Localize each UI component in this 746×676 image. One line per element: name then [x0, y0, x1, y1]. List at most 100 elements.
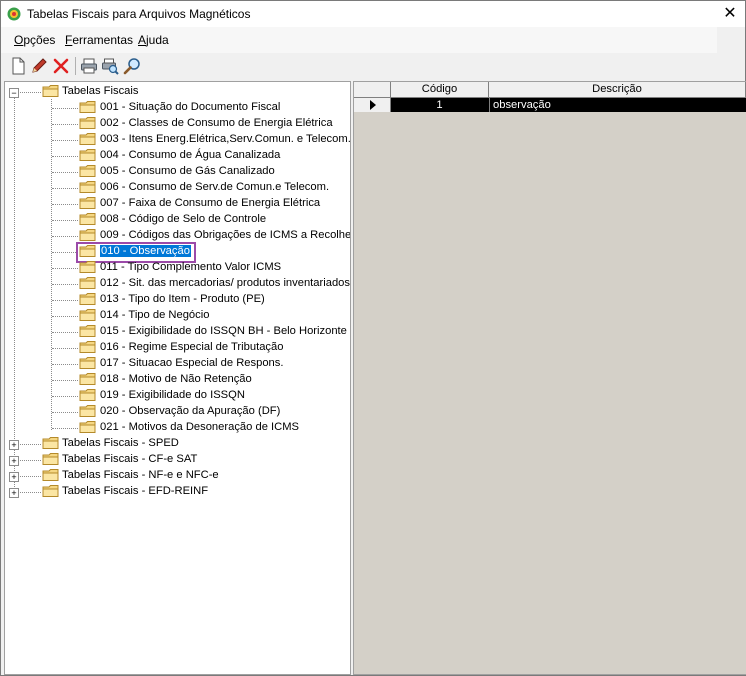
folder-icon [79, 213, 96, 225]
print-icon[interactable] [80, 57, 98, 75]
tree-node-label[interactable]: 009 - Códigos das Obrigações de ICMS a R… [100, 229, 350, 241]
expand-toggle-icon[interactable]: + [9, 488, 19, 498]
tree-node-label[interactable]: 008 - Código de Selo de Controle [100, 213, 266, 225]
table-row[interactable]: 1 observação [391, 98, 746, 112]
tree-node-label[interactable]: 014 - Tipo de Negócio [100, 309, 209, 321]
expand-toggle-icon[interactable]: + [9, 456, 19, 466]
search-magnifier-icon[interactable] [123, 57, 141, 75]
folder-icon [79, 373, 96, 385]
folder-icon [79, 389, 96, 401]
current-row-arrow-icon [370, 100, 376, 110]
tree-node-label[interactable]: 017 - Situacao Especial de Respons. [100, 357, 283, 369]
tree-node-label[interactable]: Tabelas Fiscais - EFD-REINF [62, 485, 208, 497]
tree-node-label[interactable]: 005 - Consumo de Gás Canalizado [100, 165, 275, 177]
tree-node-child[interactable]: 011 - Tipo Complemento Valor ICMS [5, 260, 350, 276]
tree-node-label[interactable]: 007 - Faixa de Consumo de Energia Elétri… [100, 197, 320, 209]
tree-node-label[interactable]: 015 - Exigibilidade do ISSQN BH - Belo H… [100, 325, 347, 337]
tree-node-label[interactable]: 013 - Tipo do Item - Produto (PE) [100, 293, 265, 305]
menu-bar: Opções Ferramentas Ajuda [1, 27, 717, 53]
grid-header: Código Descrição [354, 82, 746, 98]
tree-node-root[interactable]: + Tabelas Fiscais - SPED [5, 436, 350, 452]
tree-node-child[interactable]: 005 - Consumo de Gás Canalizado [5, 164, 350, 180]
column-header-descricao[interactable]: Descrição [489, 82, 746, 97]
tree-node-label[interactable]: Tabelas Fiscais - SPED [62, 437, 179, 449]
tree-node-child[interactable]: 008 - Código de Selo de Controle [5, 212, 350, 228]
menu-ajuda[interactable]: Ajuda [138, 33, 169, 47]
tree-node-child[interactable]: 004 - Consumo de Água Canalizada [5, 148, 350, 164]
tree-node-child[interactable]: 016 - Regime Especial de Tributação [5, 340, 350, 356]
tree-node-child[interactable]: 018 - Motivo de Não Retenção [5, 372, 350, 388]
tree-node-label[interactable]: 006 - Consumo de Serv.de Comun.e Telecom… [100, 181, 329, 193]
tree-node-label[interactable]: 018 - Motivo de Não Retenção [100, 373, 252, 385]
folder-icon [42, 485, 59, 497]
menu-ajuda-label: juda [146, 33, 169, 47]
menu-ferramentas[interactable]: Ferramentas [65, 33, 133, 47]
expand-toggle-icon[interactable]: + [9, 440, 19, 450]
tree-node-child[interactable]: 007 - Faixa de Consumo de Energia Elétri… [5, 196, 350, 212]
tree-connector [52, 204, 78, 205]
tree-node-label[interactable]: 003 - Itens Energ.Elétrica,Serv.Comun. e… [100, 133, 350, 145]
column-header-codigo[interactable]: Código [391, 82, 489, 97]
tree-view[interactable]: − Tabelas Fiscais 001 - Situação do Docume… [4, 81, 351, 675]
tree-node-label[interactable]: 011 - Tipo Complemento Valor ICMS [100, 261, 281, 273]
tree-node-child[interactable]: 014 - Tipo de Negócio [5, 308, 350, 324]
grid-header-indicator [354, 82, 391, 97]
tree-node-label[interactable]: 021 - Motivos da Desoneração de ICMS [100, 421, 299, 433]
tree-node-child[interactable]: 001 - Situação do Documento Fiscal [5, 100, 350, 116]
collapse-toggle-icon[interactable]: − [9, 88, 19, 98]
cell-divider [489, 98, 490, 112]
tree-node-child[interactable]: 003 - Itens Energ.Elétrica,Serv.Comun. e… [5, 132, 350, 148]
tree-connector [52, 124, 78, 125]
tree-node-child[interactable]: 002 - Classes de Consumo de Energia Elét… [5, 116, 350, 132]
data-grid[interactable]: Código Descrição 1 observação [353, 81, 746, 675]
title-bar: Tabelas Fiscais para Arquivos Magnéticos… [1, 1, 745, 27]
folder-icon [79, 405, 96, 417]
tree-node-root[interactable]: + Tabelas Fiscais - NF-e e NFC-e [5, 468, 350, 484]
menu-ferramentas-label: erramentas [72, 33, 134, 47]
tree-node-label[interactable]: 012 - Sit. das mercadorias/ produtos inv… [100, 277, 350, 289]
tree-node-root[interactable]: − Tabelas Fiscais [5, 84, 350, 100]
tree-node-child[interactable]: 021 - Motivos da Desoneração de ICMS [5, 420, 350, 436]
tree-node-root[interactable]: + Tabelas Fiscais - EFD-REINF [5, 484, 350, 500]
tree-node-child[interactable]: 010 - Observação [5, 242, 350, 263]
new-document-icon[interactable] [9, 57, 27, 75]
tree-node-label[interactable]: 002 - Classes de Consumo de Energia Elét… [100, 117, 333, 129]
tree-node-child[interactable]: 019 - Exigibilidade do ISSQN [5, 388, 350, 404]
folder-icon [79, 117, 96, 129]
edit-pencil-icon[interactable] [30, 57, 48, 75]
delete-x-icon[interactable] [52, 57, 70, 75]
tree-node-child[interactable]: 012 - Sit. das mercadorias/ produtos inv… [5, 276, 350, 292]
tree-node-label[interactable]: 004 - Consumo de Água Canalizada [100, 149, 280, 161]
tree-node-child[interactable]: 015 - Exigibilidade do ISSQN BH - Belo H… [5, 324, 350, 340]
tree-connector [52, 412, 78, 413]
toolbar-separator [75, 57, 76, 75]
print-preview-icon[interactable] [101, 57, 119, 75]
folder-icon [79, 149, 96, 161]
tree-node-child[interactable]: 020 - Observação da Apuração (DF) [5, 404, 350, 420]
tree-node-child[interactable]: 017 - Situacao Especial de Respons. [5, 356, 350, 372]
expand-toggle-icon[interactable]: + [9, 472, 19, 482]
tree-node-child[interactable]: 013 - Tipo do Item - Produto (PE) [5, 292, 350, 308]
tree-connector [52, 172, 78, 173]
menu-opcoes-label: pções [23, 33, 56, 47]
tree-connector [52, 220, 78, 221]
tree-node-root[interactable]: + Tabelas Fiscais - CF-e SAT [5, 452, 350, 468]
folder-icon [79, 421, 96, 433]
tree-node-label[interactable]: 001 - Situação do Documento Fiscal [100, 101, 280, 113]
tree-node-label[interactable]: 016 - Regime Especial de Tributação [100, 341, 283, 353]
tree-node-child[interactable]: 006 - Consumo de Serv.de Comun.e Telecom… [5, 180, 350, 196]
tree-connector [52, 108, 78, 109]
tree-connector [52, 396, 78, 397]
folder-icon [42, 437, 59, 449]
cell-codigo[interactable]: 1 [391, 98, 488, 112]
row-indicator[interactable] [354, 98, 391, 112]
close-button[interactable]: ✕ [715, 1, 745, 27]
tree-node-label[interactable]: 020 - Observação da Apuração (DF) [100, 405, 280, 417]
tree-node-label[interactable]: Tabelas Fiscais - NF-e e NFC-e [62, 469, 219, 481]
tree-node-label[interactable]: Tabelas Fiscais - CF-e SAT [62, 453, 197, 465]
menu-opcoes[interactable]: Opções [14, 33, 55, 47]
tree-connector [52, 300, 78, 301]
cell-descricao[interactable]: observação [493, 98, 743, 112]
tree-node-label[interactable]: Tabelas Fiscais [62, 85, 138, 97]
tree-node-label[interactable]: 019 - Exigibilidade do ISSQN [100, 389, 245, 401]
